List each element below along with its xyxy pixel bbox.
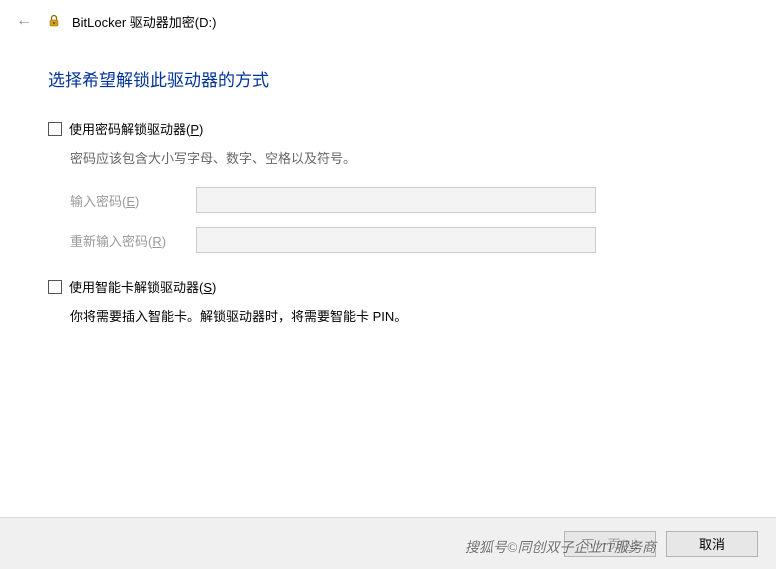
window-title: BitLocker 驱动器加密(D:) (72, 12, 216, 31)
smartcard-checkbox[interactable] (48, 280, 62, 294)
page-heading: 选择希望解锁此驱动器的方式 (48, 66, 728, 91)
password-description: 密码应该包含大小写字母、数字、空格以及符号。 (70, 148, 728, 167)
password-confirm-input[interactable] (196, 227, 596, 253)
password-checkbox[interactable] (48, 122, 62, 136)
titlebar: ← BitLocker 驱动器加密(D:) (0, 0, 776, 38)
back-arrow-icon[interactable]: ← (12, 10, 36, 32)
next-button[interactable]: 下一页(N) (564, 531, 656, 557)
password-field-label: 输入密码(E) (70, 191, 190, 210)
cancel-button[interactable]: 取消 (666, 531, 758, 557)
bitlocker-icon (46, 13, 62, 29)
password-input[interactable] (196, 187, 596, 213)
smartcard-option-block: 使用智能卡解锁驱动器(S) 你将需要插入智能卡。解锁驱动器时，将需要智能卡 PI… (48, 277, 728, 325)
smartcard-description: 你将需要插入智能卡。解锁驱动器时，将需要智能卡 PIN。 (70, 306, 728, 325)
content-area: 选择希望解锁此驱动器的方式 使用密码解锁驱动器(P) 密码应该包含大小写字母、数… (0, 38, 776, 325)
footer-bar: 下一页(N) 取消 (0, 517, 776, 569)
password-checkbox-label[interactable]: 使用密码解锁驱动器(P) (69, 119, 203, 138)
password-option-block: 使用密码解锁驱动器(P) 密码应该包含大小写字母、数字、空格以及符号。 输入密码… (48, 119, 728, 253)
smartcard-checkbox-label[interactable]: 使用智能卡解锁驱动器(S) (69, 277, 216, 296)
password-confirm-label: 重新输入密码(R) (70, 231, 190, 250)
